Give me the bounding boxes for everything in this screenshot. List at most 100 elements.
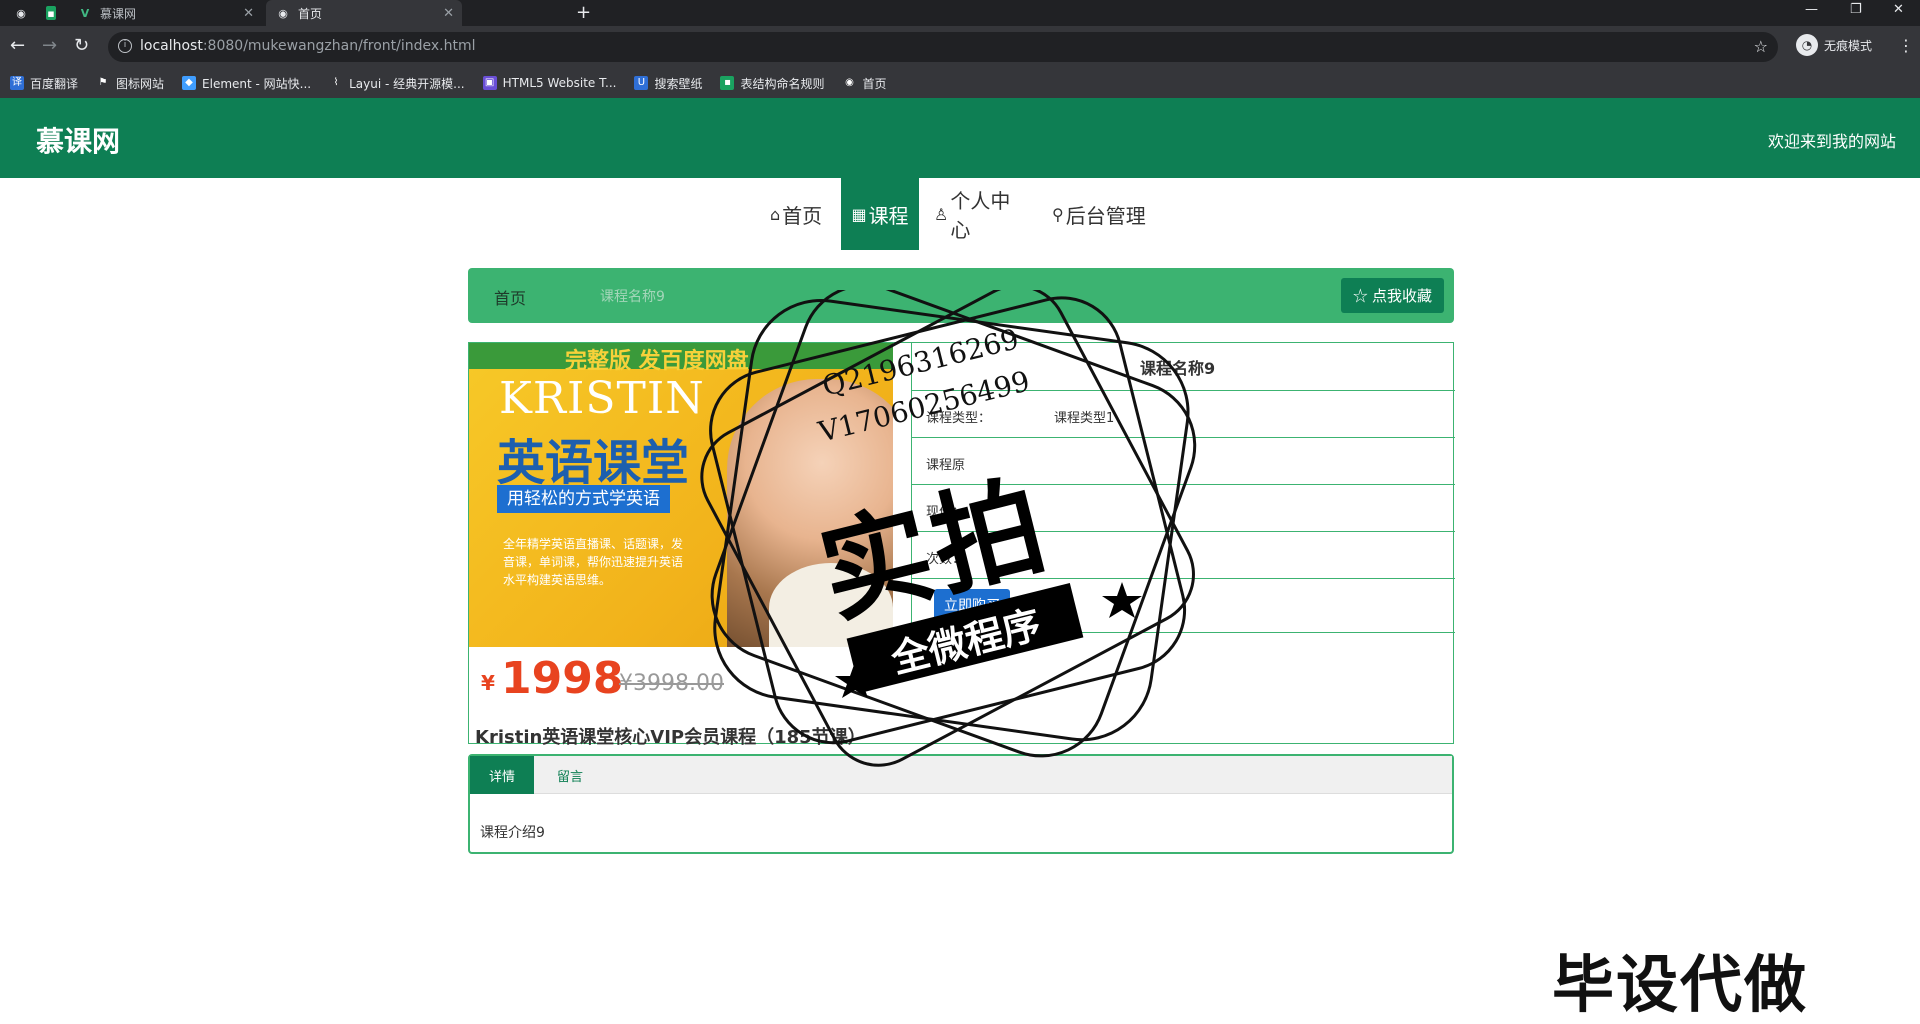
- price-original: ¥3998.00: [619, 671, 724, 696]
- bookmark-label: Element - 网站快...: [202, 76, 312, 91]
- bookmark-item[interactable]: ▣ HTML5 Website T...: [482, 76, 617, 90]
- close-tab-icon[interactable]: ✕: [243, 6, 254, 21]
- bookmark-item[interactable]: ⌇ Layui - 经典开源模...: [329, 75, 465, 92]
- buy-now-button[interactable]: 立即购买: [934, 589, 1010, 621]
- new-tab-icon[interactable]: +: [576, 2, 591, 23]
- nav-label: 后台管理: [1065, 203, 1146, 228]
- bookmark-item[interactable]: 译百度翻译: [10, 75, 78, 92]
- tab-comments[interactable]: 留言: [534, 756, 606, 794]
- course-info-table: 课程名称9 课程类型： 课程类型1 课程原 现价： 次数： 立即购买: [911, 343, 1455, 633]
- url-host: localhost: [140, 38, 203, 54]
- url-path: :8080/mukewangzhan/front/index.html: [202, 38, 476, 54]
- field-label: 次数：: [926, 552, 966, 567]
- course-type-label: 课程类型：: [926, 411, 992, 426]
- nav-item-profile[interactable]: ♙ 个人中心: [934, 178, 1030, 250]
- spreadsheet-favicon-icon: ▪: [46, 6, 56, 20]
- info-row-count: 次数：: [912, 532, 1455, 579]
- tab-details[interactable]: 详情: [470, 756, 534, 794]
- home-icon: ⌂: [770, 204, 781, 224]
- breadcrumb-current: 课程名称9: [600, 289, 665, 305]
- bookmark-label: 搜索壁纸: [654, 76, 703, 91]
- bookmark-star-icon[interactable]: ☆: [1754, 37, 1768, 56]
- vue-favicon-icon: V: [80, 6, 90, 20]
- breadcrumb: 首页 课程名称9 ☆ 点我收藏: [468, 268, 1454, 323]
- course-name: 课程名称9: [1140, 359, 1216, 378]
- browser-tab-mukewang[interactable]: V 慕课网 ✕: [68, 0, 262, 26]
- browser-tab-title: 首页: [298, 6, 323, 21]
- course-poster: 完整版 发百度网盘 KRISTIN 英语课堂 用轻松的方式学英语 全年精学英语直…: [469, 343, 893, 647]
- user-icon: ♙: [934, 204, 949, 224]
- poster-brand: KRISTIN: [499, 373, 705, 424]
- price-symbol: ¥: [481, 671, 495, 695]
- site-header: 慕课网 欢迎来到我的网站: [0, 98, 1920, 178]
- flag-icon: ⚑: [98, 77, 108, 88]
- nav-label: 课程: [868, 203, 909, 228]
- bookmark-item[interactable]: ▪ 表结构命名规则: [720, 75, 824, 92]
- browser-menu-dots-icon[interactable]: ⋮: [1898, 36, 1914, 55]
- site-info-icon[interactable]: i: [118, 39, 132, 53]
- bookmark-item[interactable]: ◆ Element - 网站快...: [182, 75, 311, 92]
- bookmark-item[interactable]: ⚑ 图标网站: [96, 75, 165, 92]
- globe-favicon-icon: ◉: [278, 6, 288, 20]
- reload-icon[interactable]: ↻: [74, 36, 89, 56]
- course-full-title: Kristin英语课堂核心VIP会员课程（185节课）: [475, 727, 866, 748]
- wallpaper-icon: U: [634, 76, 649, 90]
- site-logo[interactable]: 慕课网: [36, 120, 120, 160]
- browser-tab-title: 慕课网: [100, 6, 137, 21]
- back-icon[interactable]: ←: [10, 36, 25, 56]
- welcome-text: 欢迎来到我的网站: [1767, 132, 1896, 151]
- link-icon: ⚲: [1052, 204, 1064, 224]
- course-detail: 完整版 发百度网盘 KRISTIN 英语课堂 用轻松的方式学英语 全年精学英语直…: [468, 342, 1455, 748]
- forward-icon[interactable]: →: [42, 36, 57, 56]
- nav-item-home[interactable]: ⌂ 首页: [770, 178, 832, 250]
- info-row-original-price: 课程原: [912, 438, 1455, 485]
- browser-tab-strip: ◉ ▪ V 慕课网 ✕ ◉ 首页 ✕ + — ❐ ✕: [0, 0, 1920, 26]
- nav-label: 首页: [782, 203, 823, 228]
- incognito-indicator[interactable]: ◔ 无痕模式: [1796, 34, 1872, 56]
- nav-label: 个人中心: [950, 189, 1011, 242]
- course-type-value: 课程类型1: [1054, 411, 1115, 426]
- course-introduction: 课程介绍9: [480, 825, 545, 841]
- bookmark-label: 首页: [862, 76, 887, 91]
- url-text[interactable]: localhost:8080/mukewangzhan/front/index.…: [140, 38, 475, 54]
- close-tab-icon[interactable]: ✕: [443, 6, 454, 21]
- field-label: 课程原: [926, 458, 966, 473]
- sheet-icon: ▪: [720, 76, 735, 90]
- poster-top-text: 完整版 发百度网盘: [565, 349, 749, 374]
- price-current: 1998: [501, 653, 624, 704]
- nav-item-admin[interactable]: ⚲ 后台管理: [1052, 178, 1152, 250]
- browser-menu-icon[interactable]: ◉: [4, 0, 36, 26]
- globe-icon: ◉: [845, 77, 854, 88]
- browser-tab-pinned[interactable]: ▪: [36, 0, 64, 26]
- bookmarks-bar: 译百度翻译 ⚑ 图标网站 ◆ Element - 网站快... ⌇ Layui - 经…: [0, 68, 1920, 98]
- watermark-text: 毕设代做: [1552, 948, 1809, 1021]
- field-label: 现价：: [926, 505, 966, 520]
- close-window-icon[interactable]: ✕: [1893, 2, 1904, 17]
- browser-toolbar: ← → ↻ i localhost:8080/mukewangzhan/fron…: [0, 26, 1920, 68]
- price-area: ¥ 1998 ¥3998.00: [469, 647, 893, 707]
- translate-icon: 译: [10, 76, 24, 90]
- favorite-button[interactable]: ☆ 点我收藏: [1340, 278, 1444, 313]
- bookmark-label: 图标网站: [116, 76, 165, 91]
- layui-icon: ⌇: [333, 77, 339, 88]
- main-nav: ⌂ 首页 ▦ 课程 ♙ 个人中心 ⚲ 后台管理: [0, 178, 1920, 250]
- bookmark-item[interactable]: U 搜索壁纸: [634, 75, 702, 92]
- detail-tabs: 详情 留言: [470, 756, 1452, 794]
- bookmark-label: HTML5 Website T...: [502, 76, 617, 90]
- poster-title: 英语课堂: [497, 435, 690, 491]
- restore-icon[interactable]: ❐: [1850, 2, 1862, 17]
- bookmark-label: 表结构命名规则: [740, 76, 825, 91]
- breadcrumb-home[interactable]: 首页: [494, 285, 526, 309]
- bookmark-item[interactable]: ◉ 首页: [842, 75, 886, 92]
- bookmark-label: 百度翻译: [30, 76, 79, 91]
- info-row-name: 课程名称9: [912, 343, 1455, 391]
- address-bar[interactable]: i localhost:8080/mukewangzhan/front/inde…: [108, 32, 1778, 62]
- poster-slogan: 用轻松的方式学英语: [497, 485, 670, 513]
- browser-tab-home[interactable]: ◉ 首页 ✕: [266, 0, 462, 26]
- nav-item-courses[interactable]: ▦ 课程: [841, 178, 919, 250]
- minimize-icon[interactable]: —: [1805, 2, 1818, 17]
- element-icon: ◆: [182, 76, 197, 90]
- info-row-buy: 立即购买: [912, 579, 1455, 633]
- poster-description: 全年精学英语直播课、话题课，发音课，单词课，帮你迅速提升英语水平构建英语思维。: [503, 537, 684, 587]
- poster-portrait-body: [769, 563, 893, 647]
